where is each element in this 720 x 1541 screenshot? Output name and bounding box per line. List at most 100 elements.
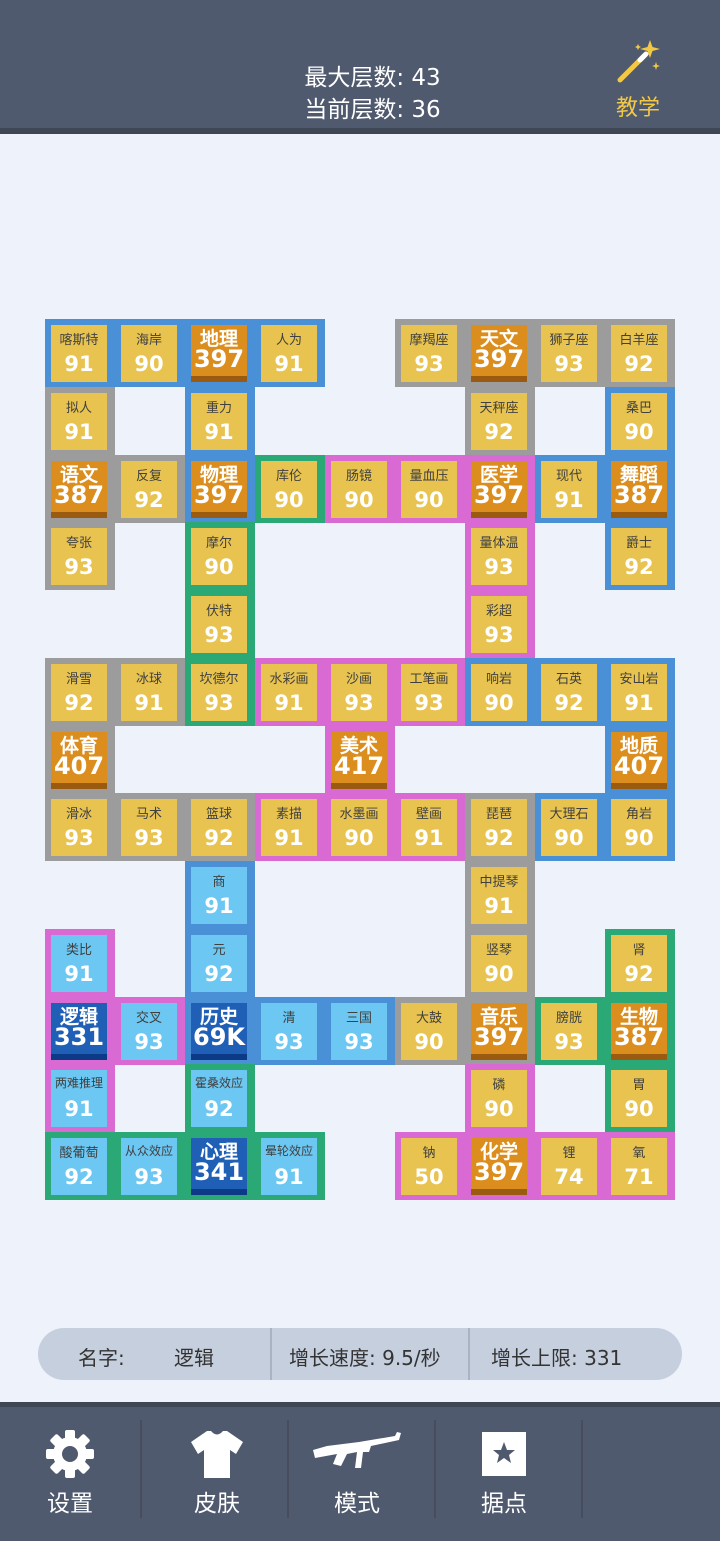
subject-tile[interactable]: 地质 407 — [611, 732, 667, 789]
grid-cell[interactable]: 狮子座 93 — [535, 319, 605, 387]
grid-cell[interactable]: 酸葡萄 92 — [45, 1132, 115, 1200]
grid-cell[interactable]: 量血压 90 — [395, 455, 465, 523]
grid-cell[interactable]: 白羊座 92 — [605, 319, 675, 387]
grid-cell[interactable]: 摩羯座 93 — [395, 319, 465, 387]
topic-tile[interactable]: 胃 90 — [611, 1070, 667, 1127]
topic-tile[interactable]: 大鼓 90 — [401, 1003, 457, 1060]
grid-cell[interactable]: 摩尔 90 — [185, 522, 255, 590]
subject-tile[interactable]: 历史 69K — [191, 1003, 247, 1060]
topic-tile[interactable]: 水墨画 90 — [331, 799, 387, 856]
grid-cell[interactable]: 肾 92 — [605, 929, 675, 997]
topic-tile[interactable]: 反复 92 — [121, 461, 177, 518]
topic-tile[interactable]: 中提琴 91 — [471, 867, 527, 924]
subject-tile[interactable]: 音乐 397 — [471, 1003, 527, 1060]
topic-tile[interactable]: 夸张 93 — [51, 528, 107, 585]
subject-tile[interactable]: 化学 397 — [471, 1138, 527, 1195]
grid-cell[interactable]: 语文 387 — [45, 455, 115, 523]
grid-cell[interactable]: 交叉 93 — [115, 997, 185, 1065]
topic-tile[interactable]: 白羊座 92 — [611, 325, 667, 382]
grid-cell[interactable]: 膀胱 93 — [535, 997, 605, 1065]
grid-cell[interactable]: 竖琴 90 — [465, 929, 535, 997]
grid-cell[interactable]: 锂 74 — [535, 1132, 605, 1200]
grid-cell[interactable]: 化学 397 — [465, 1132, 535, 1200]
subject-tile[interactable]: 地理 397 — [191, 325, 247, 382]
grid-cell[interactable]: 反复 92 — [115, 455, 185, 523]
topic-tile[interactable]: 彩超 93 — [471, 596, 527, 653]
subject-tile[interactable]: 美术 417 — [331, 732, 387, 789]
topic-tile[interactable]: 马术 93 — [121, 799, 177, 856]
topic-tile[interactable]: 角岩 90 — [611, 799, 667, 856]
topic-tile[interactable]: 人为 91 — [261, 325, 317, 382]
grid-cell[interactable]: 素描 91 — [255, 793, 325, 861]
subject-tile[interactable]: 生物 387 — [611, 1003, 667, 1060]
topic-tile[interactable]: 商 91 — [191, 867, 247, 924]
topic-tile[interactable]: 石英 92 — [541, 664, 597, 721]
grid-cell[interactable]: 坎德尔 93 — [185, 658, 255, 726]
subject-tile[interactable]: 物理 397 — [191, 461, 247, 518]
topic-tile[interactable]: 爵士 92 — [611, 528, 667, 585]
topic-tile[interactable]: 酸葡萄 92 — [51, 1138, 107, 1195]
grid-cell[interactable]: 大理石 90 — [535, 793, 605, 861]
grid-cell[interactable]: 晕轮效应 91 — [255, 1132, 325, 1200]
grid-cell[interactable]: 体育 407 — [45, 726, 115, 794]
topic-tile[interactable]: 肾 92 — [611, 935, 667, 992]
topic-tile[interactable]: 拟人 91 — [51, 393, 107, 450]
grid-cell[interactable]: 马术 93 — [115, 793, 185, 861]
subject-tile[interactable]: 语文 387 — [51, 461, 107, 518]
grid-cell[interactable]: 物理 397 — [185, 455, 255, 523]
grid-cell[interactable]: 冰球 91 — [115, 658, 185, 726]
grid-cell[interactable]: 喀斯特 91 — [45, 319, 115, 387]
grid-cell[interactable]: 舞蹈 387 — [605, 455, 675, 523]
grid-cell[interactable]: 量体温 93 — [465, 522, 535, 590]
grid-cell[interactable]: 大鼓 90 — [395, 997, 465, 1065]
grid-cell[interactable]: 天文 397 — [465, 319, 535, 387]
skins-button[interactable]: 皮肤 — [147, 1420, 287, 1530]
grid-cell[interactable]: 壁画 91 — [395, 793, 465, 861]
topic-tile[interactable]: 大理石 90 — [541, 799, 597, 856]
topic-tile[interactable]: 天秤座 92 — [471, 393, 527, 450]
grid-cell[interactable]: 地理 397 — [185, 319, 255, 387]
grid-cell[interactable]: 三国 93 — [325, 997, 395, 1065]
topic-tile[interactable]: 从众效应 93 — [121, 1138, 177, 1195]
grid-cell[interactable]: 商 91 — [185, 861, 255, 929]
topic-tile[interactable]: 桑巴 90 — [611, 393, 667, 450]
subject-tile[interactable]: 逻辑 331 — [51, 1003, 107, 1060]
grid-cell[interactable]: 音乐 397 — [465, 997, 535, 1065]
topic-tile[interactable]: 冰球 91 — [121, 664, 177, 721]
grid-cell[interactable]: 夸张 93 — [45, 522, 115, 590]
topic-tile[interactable]: 沙画 93 — [331, 664, 387, 721]
grid-cell[interactable]: 海岸 90 — [115, 319, 185, 387]
topic-tile[interactable]: 晕轮效应 91 — [261, 1138, 317, 1195]
grid-cell[interactable]: 人为 91 — [255, 319, 325, 387]
topic-tile[interactable]: 氧 71 — [611, 1138, 667, 1195]
topic-tile[interactable]: 滑雪 92 — [51, 664, 107, 721]
topic-tile[interactable]: 喀斯特 91 — [51, 325, 107, 382]
topic-tile[interactable]: 量血压 90 — [401, 461, 457, 518]
grid-cell[interactable]: 逻辑 331 — [45, 997, 115, 1065]
grid-cell[interactable]: 元 92 — [185, 929, 255, 997]
topic-tile[interactable]: 量体温 93 — [471, 528, 527, 585]
grid-cell[interactable]: 天秤座 92 — [465, 387, 535, 455]
grid-cell[interactable]: 心理 341 — [185, 1132, 255, 1200]
topic-tile[interactable]: 磷 90 — [471, 1070, 527, 1127]
topic-tile[interactable]: 响岩 90 — [471, 664, 527, 721]
topic-tile[interactable]: 坎德尔 93 — [191, 664, 247, 721]
grid-cell[interactable]: 类比 91 — [45, 929, 115, 997]
grid-cell[interactable]: 琵琶 92 — [465, 793, 535, 861]
subject-tile[interactable]: 体育 407 — [51, 732, 107, 789]
topic-tile[interactable]: 竖琴 90 — [471, 935, 527, 992]
subject-tile[interactable]: 医学 397 — [471, 461, 527, 518]
topic-tile[interactable]: 工笔画 93 — [401, 664, 457, 721]
topic-tile[interactable]: 元 92 — [191, 935, 247, 992]
topic-tile[interactable]: 两难推理 91 — [51, 1070, 107, 1127]
topic-tile[interactable]: 水彩画 91 — [261, 664, 317, 721]
grid-cell[interactable]: 库伦 90 — [255, 455, 325, 523]
grid-cell[interactable]: 爵士 92 — [605, 522, 675, 590]
subject-tile[interactable]: 天文 397 — [471, 325, 527, 382]
topic-tile[interactable]: 重力 91 — [191, 393, 247, 450]
grid-cell[interactable]: 滑雪 92 — [45, 658, 115, 726]
subject-tile[interactable]: 舞蹈 387 — [611, 461, 667, 518]
topic-tile[interactable]: 摩尔 90 — [191, 528, 247, 585]
grid-cell[interactable]: 胃 90 — [605, 1064, 675, 1132]
grid-cell[interactable]: 美术 417 — [325, 726, 395, 794]
